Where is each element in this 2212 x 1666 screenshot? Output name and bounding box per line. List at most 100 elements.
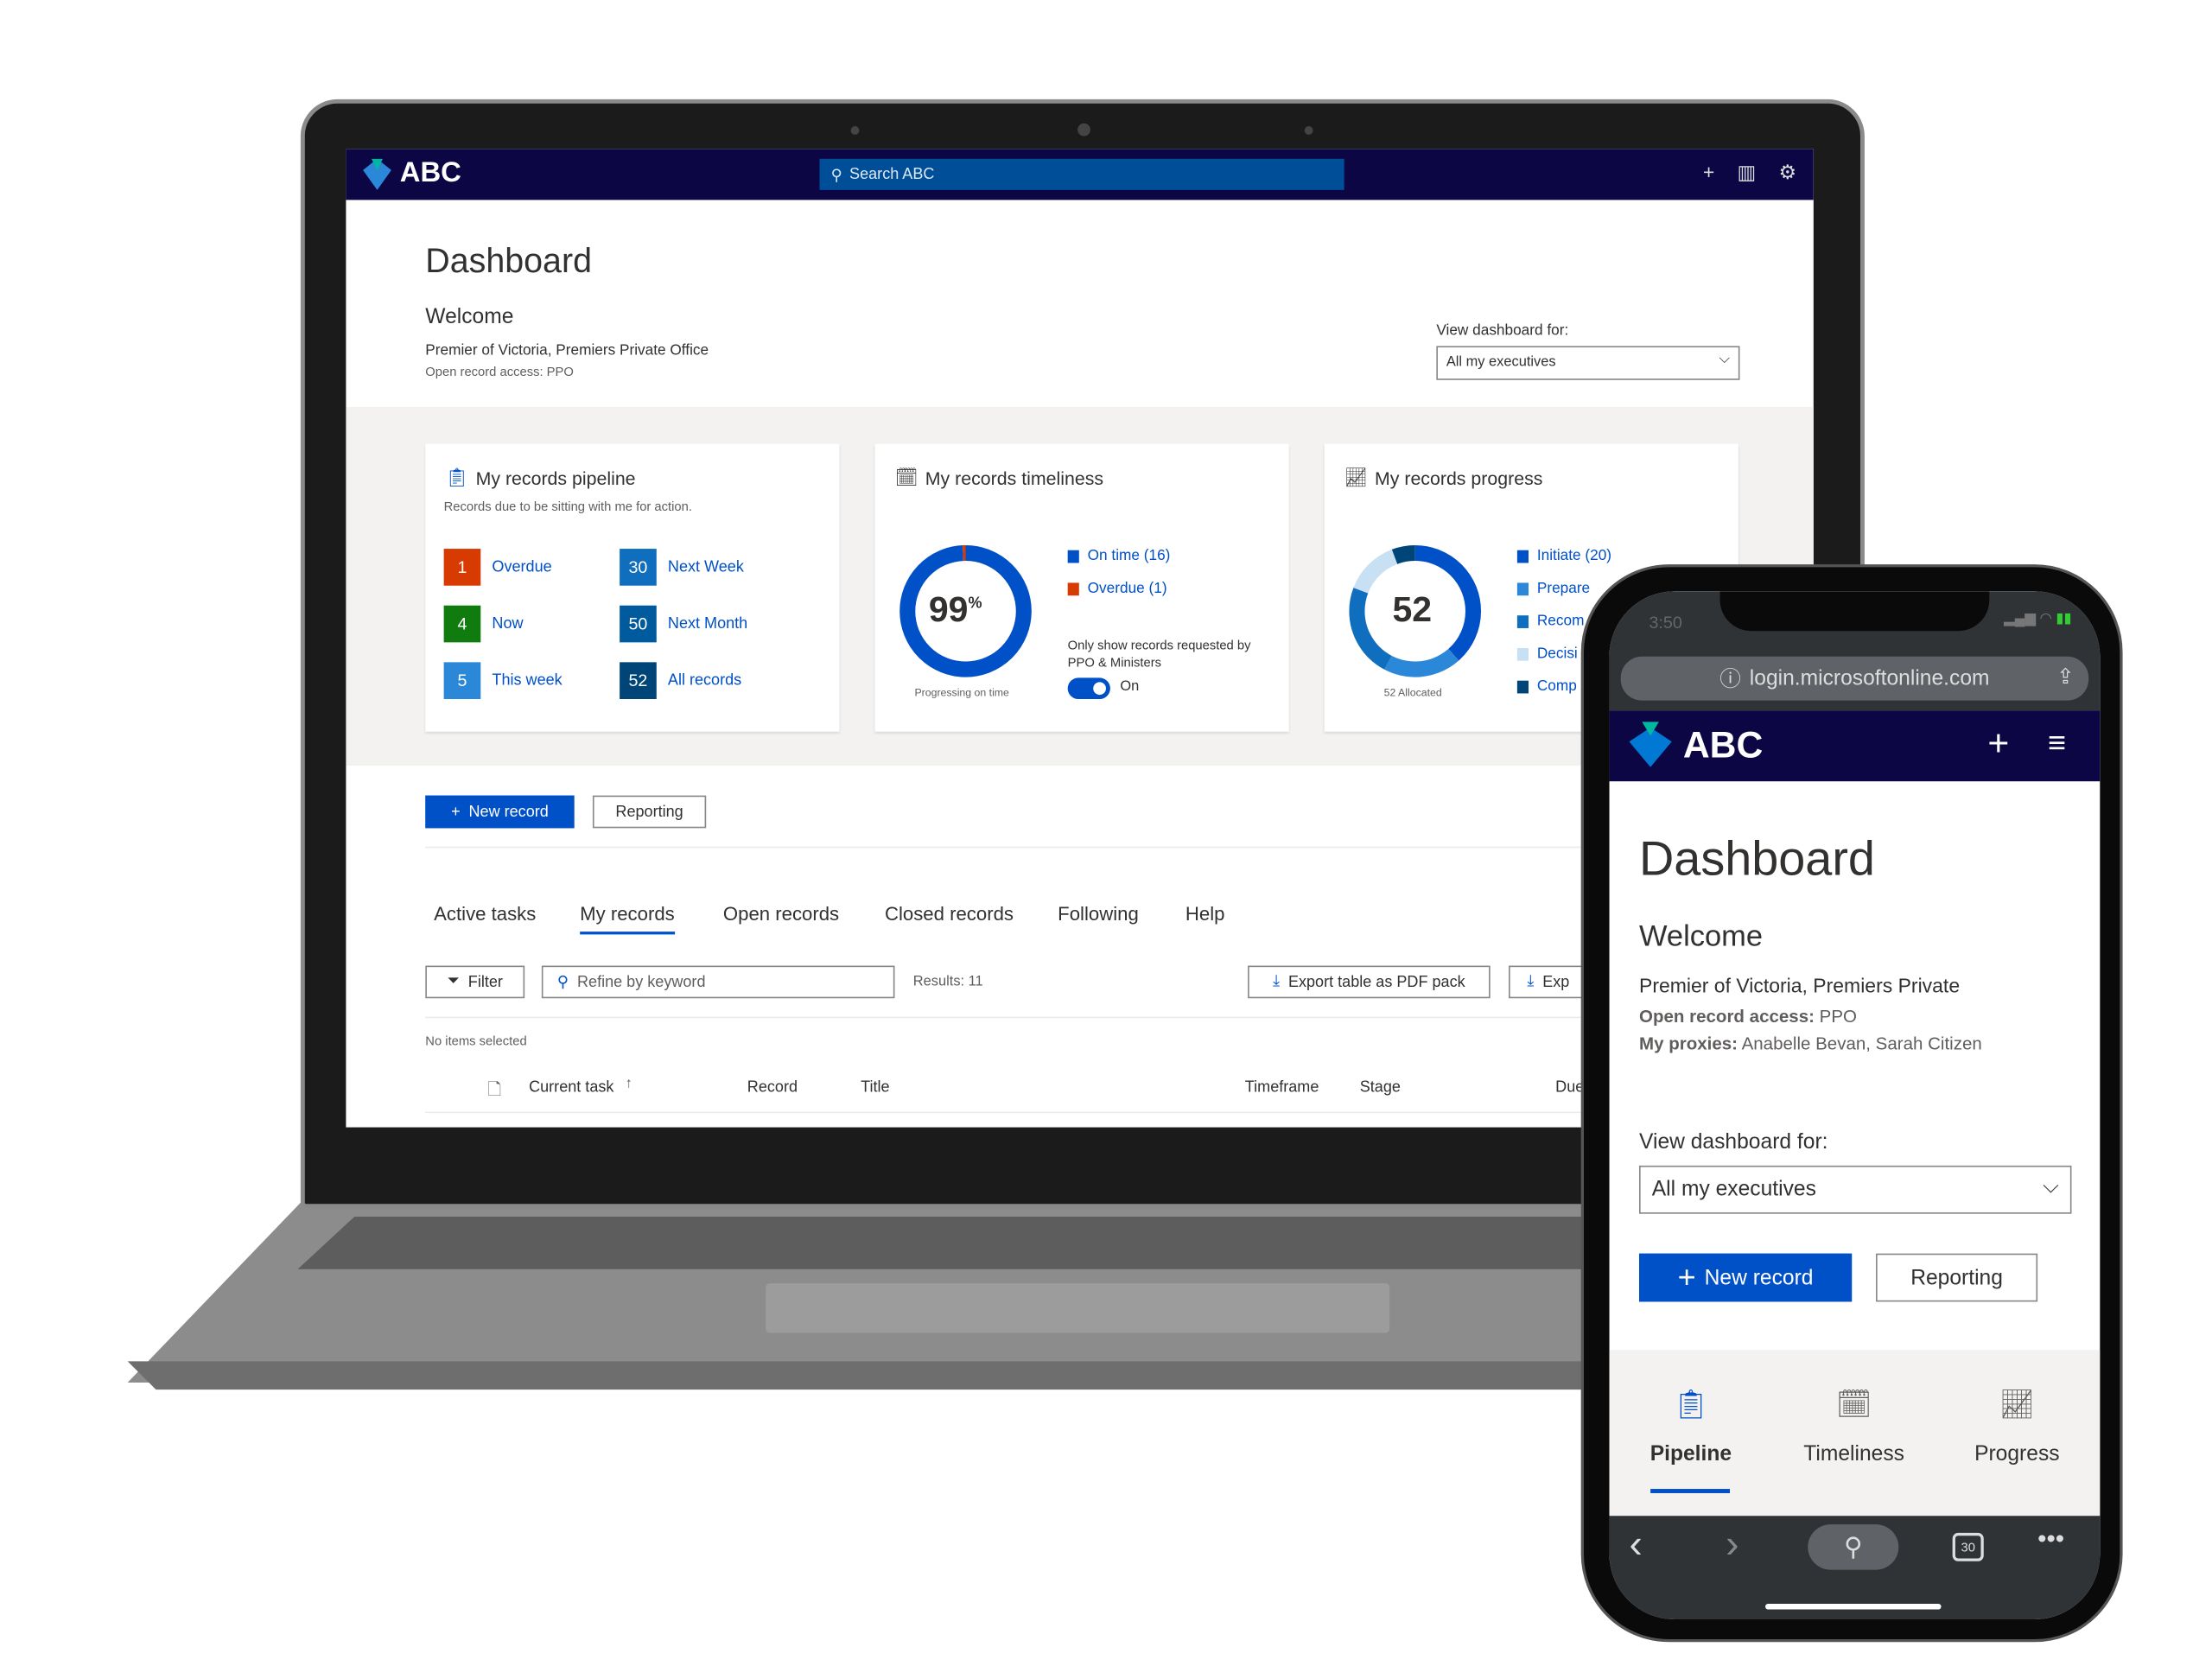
- legend-swatch: [1067, 549, 1079, 563]
- phone-screen: 3:50 ▂▄▆ ◠ ▮▮ ⓘ login.microsoftonline.com…: [1609, 591, 2101, 1620]
- plus-icon[interactable]: +: [1703, 160, 1714, 184]
- view-dashboard-select[interactable]: All my executives ⌵: [1638, 1165, 2072, 1214]
- new-record-button[interactable]: + New record: [425, 795, 575, 829]
- tab-open-records[interactable]: Open records: [723, 903, 839, 925]
- plus-icon[interactable]: +: [1987, 722, 2009, 766]
- pipeline-card: 📋︎ My records pipeline Records due to be …: [425, 443, 840, 732]
- tab-my-records[interactable]: My records: [580, 903, 675, 935]
- page-title: Dashboard: [1638, 832, 1875, 887]
- home-indicator: [1765, 1603, 1942, 1610]
- pipeline-label: Now: [492, 615, 524, 633]
- logo-icon: [1629, 722, 1672, 767]
- toggle-state: On: [1120, 679, 1140, 696]
- plus-icon: +: [1677, 1259, 1696, 1295]
- reporting-button[interactable]: Reporting: [592, 795, 707, 829]
- column-header[interactable]: Stage: [1360, 1079, 1401, 1097]
- search-button[interactable]: ⚲: [1808, 1524, 1899, 1570]
- url-bar[interactable]: ⓘ login.microsoftonline.com ⇪: [1620, 656, 2089, 701]
- progress-caption: 52 Allocated: [1383, 686, 1442, 700]
- legend-swatch: [1516, 614, 1529, 628]
- calendar-clock-icon: 🗓︎: [1835, 1389, 1872, 1421]
- pipeline-count: 52: [620, 662, 657, 700]
- column-header[interactable]: Timeframe: [1245, 1079, 1319, 1097]
- menu-icon[interactable]: ≡: [2048, 725, 2066, 762]
- browser-chrome: 3:50 ▂▄▆ ◠ ▮▮ ⓘ login.microsoftonline.com…: [1609, 591, 2101, 711]
- legend-label: Overdue (1): [1087, 580, 1167, 597]
- pipeline-count: 5: [443, 662, 481, 700]
- search-input[interactable]: ⚲ Search ABC: [819, 158, 1344, 190]
- org-text: Premier of Victoria, Premiers Private: [1638, 974, 1961, 997]
- back-icon[interactable]: ‹: [1630, 1522, 1643, 1567]
- more-icon[interactable]: •••: [2037, 1524, 2064, 1554]
- status-time: 3:50: [1649, 612, 1682, 633]
- legend-label: Decisi: [1536, 645, 1578, 663]
- new-record-button[interactable]: + New record: [1638, 1253, 1853, 1302]
- pipeline-item[interactable]: 1 Overdue: [443, 549, 552, 586]
- nav-label: Progress: [1974, 1441, 2060, 1466]
- toggle-label: Only show records requested by PPO & Min…: [1067, 638, 1251, 670]
- pipeline-label: Overdue: [492, 558, 552, 576]
- tabs-button[interactable]: 30: [1952, 1532, 1984, 1561]
- nav-pipeline[interactable]: 📋︎ Pipeline: [1610, 1350, 1773, 1516]
- info-icon: ⓘ: [1719, 667, 1741, 692]
- search-icon: ⚲: [556, 974, 569, 992]
- ppo-toggle[interactable]: [1067, 677, 1110, 700]
- legend-swatch: [1516, 582, 1529, 595]
- column-header[interactable]: Current task: [529, 1079, 613, 1097]
- legend-item[interactable]: Recom: [1516, 612, 1585, 630]
- forward-icon[interactable]: ›: [1726, 1522, 1738, 1567]
- logo-icon: [363, 157, 391, 190]
- selection-status: No items selected: [425, 1033, 527, 1048]
- app-logo[interactable]: ABC: [1629, 722, 1763, 767]
- proxies-text: My proxies: Anabelle Bevan, Sarah Citize…: [1638, 1033, 1982, 1054]
- page-title: Dashboard: [425, 242, 592, 281]
- clipboard-icon: 📋︎: [445, 466, 469, 488]
- filter-button[interactable]: ⏷ Filter: [425, 965, 525, 999]
- column-header[interactable]: Due: [1555, 1079, 1584, 1097]
- download-icon: ⤓: [1273, 972, 1281, 990]
- tab-active-tasks[interactable]: Active tasks: [434, 903, 536, 925]
- app-logo[interactable]: ABC: [363, 157, 461, 190]
- search-icon: ⚲: [1843, 1532, 1863, 1561]
- view-label: View dashboard for:: [1638, 1129, 1828, 1154]
- welcome-heading: Welcome: [1638, 920, 1763, 953]
- view-dashboard-select[interactable]: All my executives ⌵: [1436, 346, 1740, 380]
- pipeline-item[interactable]: 50 Next Month: [620, 605, 747, 643]
- share-icon[interactable]: ⇪: [2056, 664, 2075, 690]
- nav-timeliness[interactable]: 🗓︎ Timeliness: [1772, 1350, 1936, 1516]
- legend-item[interactable]: Decisi: [1516, 645, 1578, 663]
- pipeline-count: 1: [443, 549, 481, 586]
- results-count: Results: 11: [912, 974, 983, 990]
- pipeline-item[interactable]: 5 This week: [443, 662, 563, 700]
- pipeline-item[interactable]: 4 Now: [443, 605, 524, 643]
- pipeline-count: 4: [443, 605, 481, 643]
- pipeline-label: This week: [492, 671, 563, 690]
- column-header[interactable]: Record: [747, 1079, 798, 1097]
- pipeline-item[interactable]: 30 Next Week: [620, 549, 744, 586]
- legend-label: Comp: [1536, 677, 1577, 696]
- search-icon: ⚲: [830, 166, 842, 184]
- legend-item[interactable]: Comp: [1516, 677, 1577, 696]
- legend-item[interactable]: On time (16): [1067, 547, 1170, 564]
- progress-total: 52: [1392, 589, 1433, 630]
- pipeline-item[interactable]: 52 All records: [620, 662, 741, 700]
- gear-icon[interactable]: ⚙: [1779, 160, 1797, 184]
- nav-progress[interactable]: 📈︎ Progress: [1936, 1350, 2099, 1516]
- legend-item[interactable]: Prepare: [1516, 580, 1590, 597]
- legend-item[interactable]: Overdue (1): [1067, 580, 1167, 597]
- filter-icon: ⏷: [447, 972, 460, 990]
- timeliness-caption: Progressing on time: [914, 686, 1009, 700]
- chart-icon[interactable]: ▥: [1738, 160, 1757, 184]
- tab-help[interactable]: Help: [1185, 903, 1225, 925]
- chevron-down-icon: ⌵: [2043, 1173, 2059, 1199]
- keyword-input[interactable]: ⚲ Refine by keyword: [541, 965, 895, 999]
- column-header[interactable]: Title: [861, 1079, 889, 1097]
- legend-label: Recom: [1536, 612, 1585, 630]
- tab-following[interactable]: Following: [1058, 903, 1139, 925]
- reporting-button[interactable]: Reporting: [1876, 1253, 2038, 1302]
- access-text: Open record access: PPO: [425, 364, 574, 379]
- export-pdf-button[interactable]: ⤓ Export table as PDF pack: [1248, 965, 1491, 999]
- legend-item[interactable]: Initiate (20): [1516, 547, 1611, 564]
- file-icon[interactable]: 🗋︎: [488, 1077, 502, 1106]
- tab-closed-records[interactable]: Closed records: [885, 903, 1014, 925]
